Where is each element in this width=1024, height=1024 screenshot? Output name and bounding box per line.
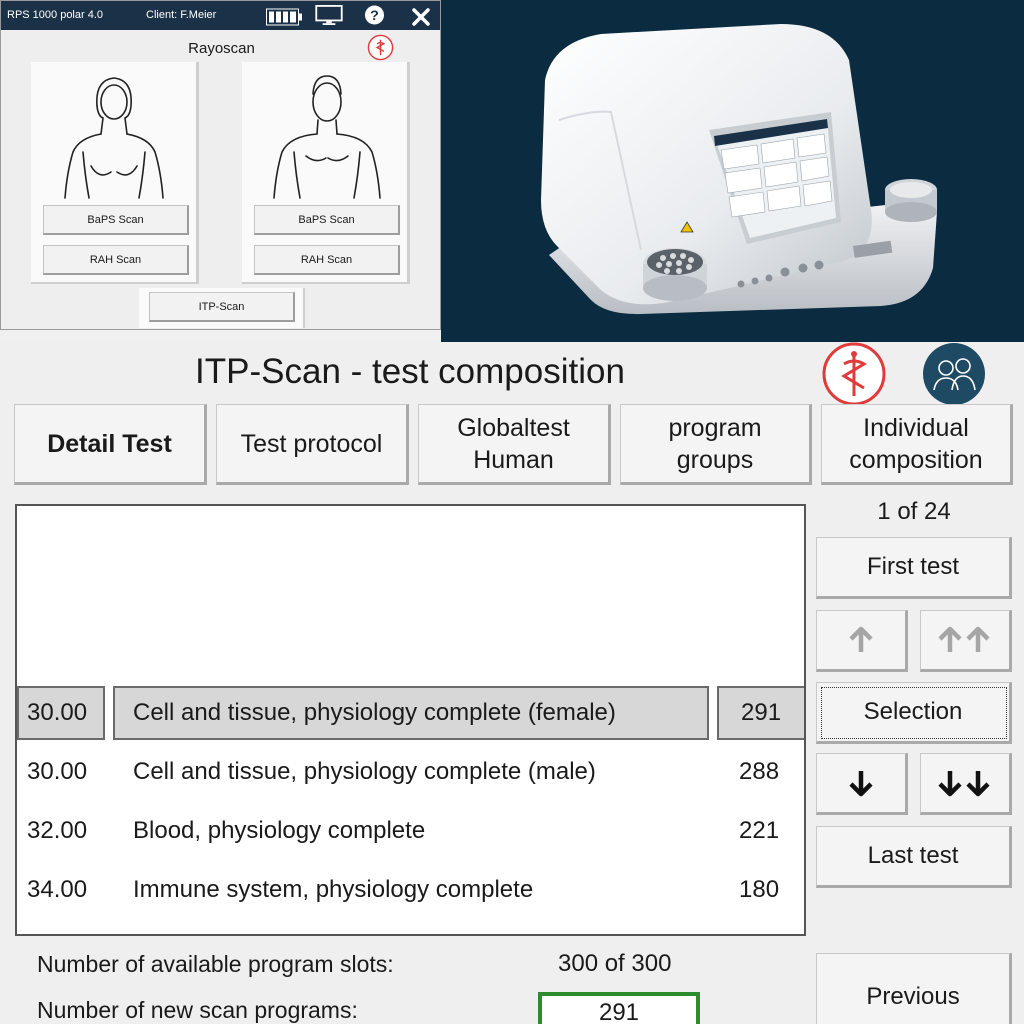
itp-scan-button[interactable]: ITP-Scan xyxy=(149,292,295,322)
test-code: 30.00 xyxy=(27,758,88,785)
page-up-button[interactable] xyxy=(920,610,1012,672)
female-baps-scan-button[interactable]: BaPS Scan xyxy=(43,205,189,235)
down-button[interactable] xyxy=(816,753,908,815)
test-list: 30.00 Cell and tissue, physiology comple… xyxy=(15,504,806,936)
list-item[interactable]: 30.00 Cell and tissue, physiology comple… xyxy=(17,745,804,799)
slots-label: Number of available program slots: xyxy=(37,951,394,977)
tab-globaltest-human[interactable]: Globaltest Human xyxy=(418,404,611,485)
new-programs-label: Number of new scan programs: xyxy=(37,997,358,1023)
product-name: RPS 1000 polar 4.0 xyxy=(7,9,104,21)
list-item[interactable]: 34.00 Immune system, physiology complete… xyxy=(17,863,804,917)
monitor-icon[interactable] xyxy=(314,5,344,25)
page-title: ITP-Scan - test composition xyxy=(195,352,625,391)
test-code: 34.00 xyxy=(27,876,88,903)
test-name: Cell and tissue, physiology complete (fe… xyxy=(113,686,709,740)
patients-avatar-icon[interactable] xyxy=(922,342,986,406)
rayoscan-device-image xyxy=(541,24,937,315)
test-code: 32.00 xyxy=(27,817,88,844)
client-name: Client: F.Meier xyxy=(146,9,217,21)
tab-program-groups[interactable]: program groups xyxy=(620,404,812,485)
double-arrow-down-icon xyxy=(938,771,990,797)
test-count: 221 xyxy=(739,817,780,844)
first-test-button[interactable]: First test xyxy=(816,537,1012,599)
male-rah-scan-button[interactable]: RAH Scan xyxy=(254,245,400,275)
itp-scan-panel: ITP-Scan xyxy=(139,288,305,328)
male-scan-panel: BaPS Scan RAH Scan xyxy=(242,62,410,284)
female-scan-panel: BaPS Scan RAH Scan xyxy=(31,62,199,284)
last-test-button[interactable]: Last test xyxy=(816,826,1012,888)
new-programs-value: 291 xyxy=(538,992,700,1024)
caduceus-logo-icon xyxy=(822,342,886,406)
up-button[interactable] xyxy=(816,610,908,672)
tab-individual-composition[interactable]: Individual composition xyxy=(821,404,1013,485)
slots-value: 300 of 300 xyxy=(558,950,672,977)
test-count: 288 xyxy=(739,758,780,785)
battery-icon xyxy=(266,8,302,26)
test-name: Blood, physiology complete xyxy=(133,817,426,844)
female-rah-scan-button[interactable]: RAH Scan xyxy=(43,245,189,275)
page-down-button[interactable] xyxy=(920,753,1012,815)
list-item[interactable]: 30.00 Cell and tissue, physiology comple… xyxy=(17,686,804,740)
test-name: Cell and tissue, physiology complete (ma… xyxy=(133,758,596,785)
previous-button[interactable]: Previous xyxy=(816,953,1012,1024)
tab-test-protocol[interactable]: Test protocol xyxy=(216,404,409,485)
male-figure-icon xyxy=(273,75,381,199)
arrow-up-icon xyxy=(849,626,873,652)
caduceus-logo-icon xyxy=(367,34,394,61)
help-icon[interactable]: ? xyxy=(364,5,385,25)
test-code: 30.00 xyxy=(17,686,105,740)
rayoscan-mini-window: RPS 1000 polar 4.0 Client: F.Meier ? Ray… xyxy=(0,0,441,330)
arrow-down-icon xyxy=(849,771,873,797)
test-count: 291 xyxy=(717,686,804,740)
female-figure-icon xyxy=(64,77,164,199)
close-icon[interactable] xyxy=(412,7,430,27)
page-counter: 1 of 24 xyxy=(877,498,951,525)
male-baps-scan-button[interactable]: BaPS Scan xyxy=(254,205,400,235)
test-composition-screen: ITP-Scan - test composition Detail Test … xyxy=(0,342,1024,1024)
selection-button[interactable]: Selection xyxy=(816,682,1012,744)
svg-text:?: ? xyxy=(370,8,379,24)
tab-detail-test[interactable]: Detail Test xyxy=(14,404,207,485)
double-arrow-up-icon xyxy=(938,626,990,652)
test-name: Immune system, physiology complete xyxy=(133,876,534,903)
device-photo xyxy=(441,0,1024,342)
list-item[interactable]: 32.00 Blood, physiology complete 221 xyxy=(17,804,804,858)
test-count: 180 xyxy=(739,876,780,903)
mini-titlebar: RPS 1000 polar 4.0 Client: F.Meier ? xyxy=(1,1,440,30)
